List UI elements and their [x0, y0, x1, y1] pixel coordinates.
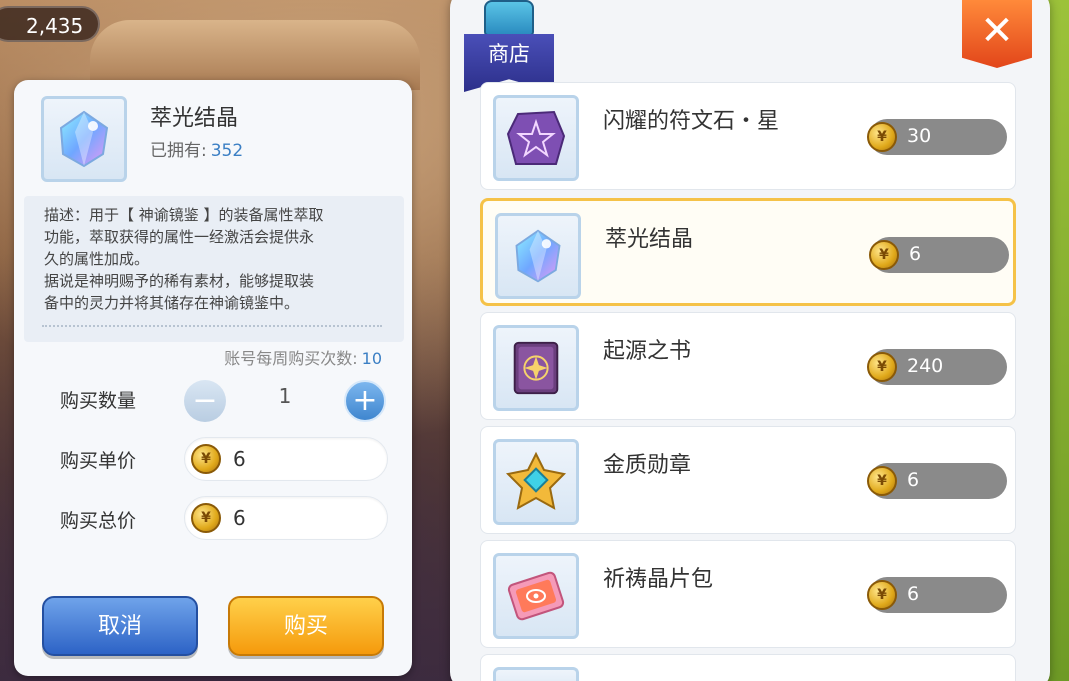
description-line: 描述：用于【 神谕镜鉴 】的装备属性萃取	[44, 206, 324, 224]
shop-item-price-value: 240	[907, 355, 944, 377]
shop-item-price: ¥ 6	[869, 237, 1009, 273]
item-icon-frame	[493, 667, 579, 681]
prayer-chip-pack-icon	[507, 571, 565, 621]
shop-item[interactable]: 祈祷晶片包 ¥ 6	[480, 540, 1016, 648]
item-description: 描述：用于【 神谕镜鉴 】的装备属性萃取 功能，萃取获得的属性一经激活会提供永 …	[24, 196, 404, 342]
shop-item-price: ¥ 240	[867, 349, 1007, 385]
total-price-value: 6	[233, 506, 246, 530]
weekly-limit-value: 10	[361, 349, 382, 368]
item-icon-frame	[493, 325, 579, 411]
gold-medal-icon	[505, 451, 567, 510]
shop-item[interactable]: 金质勋章 ¥ 6	[480, 426, 1016, 534]
origin-book-icon	[513, 341, 559, 395]
crystal-icon	[59, 110, 109, 168]
coin-icon: ¥	[867, 580, 897, 610]
item-name: 萃光结晶	[150, 106, 239, 131]
description-line: 久的属性加成。	[44, 250, 150, 268]
shop-item-partial[interactable]	[480, 654, 1016, 681]
quantity-decrease-button[interactable]: −	[184, 380, 226, 422]
coin-icon: ¥	[191, 444, 221, 474]
owned-count: 已拥有: 352	[150, 136, 243, 161]
shop-item-name: 闪耀的符文石・星	[603, 109, 780, 134]
crystal-icon	[515, 229, 561, 283]
unit-price-label: 购买单价	[60, 450, 137, 472]
shop-title-banner: 商店	[460, 0, 556, 92]
shop-title: 商店	[488, 42, 530, 66]
owned-value: 352	[210, 141, 244, 161]
minus-icon: −	[192, 383, 218, 418]
divider	[42, 325, 382, 327]
shop-item-name: 萃光结晶	[605, 227, 694, 252]
item-icon-frame	[495, 213, 581, 299]
description-line: 备中的灵力并将其储存在神谕镜鉴中。	[44, 294, 300, 312]
currency-counter: 2,435	[0, 6, 100, 42]
coin-icon: ¥	[867, 352, 897, 382]
shop-item-selected[interactable]: 萃光结晶 ¥ 6	[480, 198, 1016, 306]
shop-item[interactable]: 闪耀的符文石・星 ¥ 30	[480, 82, 1016, 190]
coin-icon: ¥	[867, 466, 897, 496]
quantity-increase-button[interactable]: +	[344, 380, 386, 422]
shop-item-price-value: 6	[909, 243, 922, 265]
shop-item-price-value: 6	[907, 583, 920, 605]
unit-price-value: 6	[233, 447, 246, 471]
close-button[interactable]: ✕	[962, 0, 1032, 68]
quantity-label: 购买数量	[60, 390, 137, 412]
shop-item-name: 起源之书	[603, 339, 692, 364]
item-icon-frame	[493, 95, 579, 181]
item-icon-frame	[41, 96, 127, 182]
close-icon: ✕	[980, 8, 1014, 54]
shop-item-name: 金质勋章	[603, 453, 692, 478]
item-icon-frame	[493, 553, 579, 639]
total-price-field: ¥ 6	[184, 496, 388, 540]
buy-button[interactable]: 购买	[228, 596, 384, 656]
shop-item[interactable]: 起源之书 ¥ 240	[480, 312, 1016, 420]
owned-label: 已拥有:	[150, 141, 207, 161]
quantity-value[interactable]: 1	[226, 384, 344, 408]
description-line: 功能，萃取获得的属性一经激活会提供永	[44, 228, 315, 246]
item-icon-frame	[493, 439, 579, 525]
coin-icon: ¥	[867, 122, 897, 152]
weekly-limit-label: 账号每周购买次数:	[224, 349, 358, 368]
description-line: 据说是神明赐予的稀有素材，能够提取装	[44, 272, 315, 290]
cancel-button[interactable]: 取消	[42, 596, 198, 656]
shop-item-price: ¥ 6	[867, 577, 1007, 613]
shop-item-price: ¥ 30	[867, 119, 1007, 155]
coin-icon: ¥	[869, 240, 899, 270]
unit-price-field: ¥ 6	[184, 437, 388, 481]
shop-item-price-value: 30	[907, 125, 932, 147]
shop-chest-icon	[484, 0, 534, 36]
rune-stone-icon	[506, 110, 566, 165]
item-detail-panel: 萃光结晶 已拥有: 352 描述：用于【 神谕镜鉴 】的装备属性萃取 功能，萃取获…	[14, 80, 412, 676]
shop-item-price-value: 6	[907, 469, 920, 491]
shop-item-name: 祈祷晶片包	[603, 567, 714, 592]
currency-amount: 2,435	[26, 14, 84, 38]
shop-item-price: ¥ 6	[867, 463, 1007, 499]
coin-icon: ¥	[191, 503, 221, 533]
weekly-purchase-limit: 账号每周购买次数: 10	[224, 345, 382, 369]
total-price-label: 购买总价	[60, 510, 137, 532]
plus-icon: +	[352, 383, 378, 418]
